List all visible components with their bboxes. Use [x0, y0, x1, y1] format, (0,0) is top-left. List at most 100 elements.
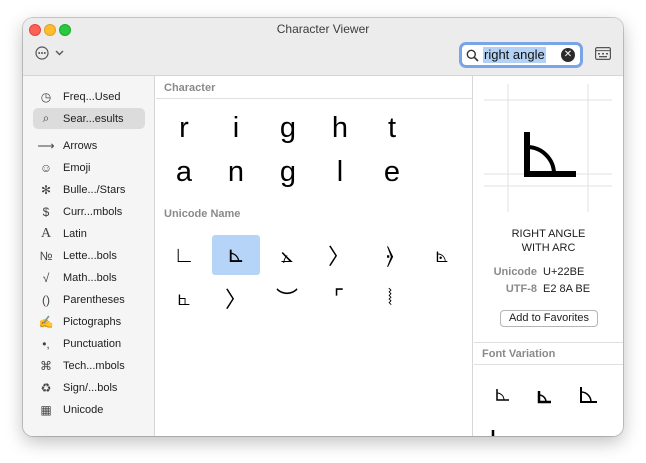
- sidebar-item-label: Sign/...bols: [63, 381, 118, 394]
- sidebar-item-label: Arrows: [63, 139, 98, 152]
- unicode-glyph-cell[interactable]: ⦚: [366, 278, 414, 318]
- unicode-value: U+22BE: [543, 266, 585, 278]
- sidebar-item-sign-symbols[interactable]: ♻ Sign/...bols: [33, 377, 145, 398]
- unicode-glyph-cell[interactable]: ⌜: [315, 278, 363, 318]
- arrow-icon: ⟶: [37, 138, 55, 153]
- toolbar: Character Viewer right angle ✕: [23, 18, 623, 76]
- sidebar-item-arrows[interactable]: ⟶ Arrows: [33, 135, 145, 156]
- unicode-glyph-cell[interactable]: ∟: [160, 235, 208, 275]
- section-divider: [474, 342, 623, 343]
- parentheses-icon: (): [42, 292, 50, 307]
- sidebar-item-label: Parentheses: [63, 293, 125, 306]
- sidebar-item-label: Math...bols: [63, 271, 117, 284]
- unicode-glyph-cell[interactable]: ⦝: [418, 235, 466, 275]
- sidebar-item-label: Unicode: [63, 403, 104, 416]
- right-angle-with-arc-variant-icon: [537, 391, 551, 404]
- sidebar-item-parentheses[interactable]: () Parentheses: [33, 289, 145, 310]
- unicode-grid-icon: ▦: [40, 402, 52, 417]
- character-name-line1: RIGHT ANGLE: [511, 228, 586, 240]
- sidebar-item-math-symbols[interactable]: √ Math...bols: [33, 267, 145, 288]
- chevron-down-icon: [55, 50, 64, 56]
- sidebar-item-latin[interactable]: A Latin: [33, 223, 145, 244]
- sidebar-item-label: Curr...mbols: [63, 205, 123, 218]
- unicode-glyph-cell-selected[interactable]: ⊾: [212, 235, 260, 275]
- sidebar-item-technical-symbols[interactable]: ⌘ Tech...mbols: [33, 355, 145, 376]
- character-detail-pane: RIGHT ANGLE WITH ARC Unicode U+22BE UTF-…: [474, 76, 623, 436]
- character-cell[interactable]: g: [268, 110, 308, 146]
- sidebar-item-label: Sear...esults: [63, 112, 124, 125]
- sidebar-item-label: Emoji: [63, 161, 91, 174]
- right-angle-with-arc-variant-icon: [491, 430, 495, 436]
- font-variation-cell[interactable]: [486, 380, 520, 410]
- sidebar-item-punctuation[interactable]: •, Punctuation: [33, 333, 145, 354]
- character-cell[interactable]: i: [216, 110, 256, 146]
- character-cell[interactable]: l: [320, 154, 360, 190]
- punctuation-icon: •,: [42, 336, 50, 351]
- sidebar-item-label: Pictographs: [63, 315, 122, 328]
- utf8-value: E2 8A BE: [543, 283, 591, 295]
- sidebar-item-label: Bulle.../Stars: [63, 183, 126, 196]
- sidebar-item-label: Punctuation: [63, 337, 122, 350]
- window-title: Character Viewer: [276, 22, 370, 36]
- search-icon: ⌕: [42, 111, 50, 125]
- character-cell[interactable]: g: [268, 154, 308, 190]
- unicode-glyph-cell[interactable]: ⦜: [160, 278, 208, 318]
- right-angle-with-arc-preview: [484, 84, 612, 212]
- unicode-glyph-cell[interactable]: ⦛: [263, 235, 311, 275]
- sidebar-item-pictographs[interactable]: ✍ Pictographs: [33, 311, 145, 332]
- smiley-icon: ☺: [39, 160, 53, 175]
- results-pane: Character r i g h t a n g l e Unicode Na…: [156, 76, 473, 436]
- dollar-icon: $: [42, 204, 50, 219]
- character-viewer-window: Character Viewer right angle ✕ ◷ Freq...…: [23, 18, 623, 436]
- sidebar-item-label: Lette...bols: [63, 249, 117, 262]
- character-cell[interactable]: h: [320, 110, 360, 146]
- character-section-heading: Character: [164, 82, 216, 94]
- unicode-glyph-cell[interactable]: ⦒: [366, 235, 414, 275]
- recycle-icon: ♻: [40, 380, 52, 395]
- character-cell[interactable]: a: [164, 154, 204, 190]
- search-input[interactable]: right angle: [483, 47, 546, 63]
- sidebar-item-bullets-stars[interactable]: ✻ Bulle.../Stars: [33, 179, 145, 200]
- pencil-icon: ✍: [38, 314, 54, 329]
- sidebar-item-search-results[interactable]: ⌕ Sear...esults: [33, 108, 145, 129]
- ellipsis-circle-icon: [35, 46, 49, 60]
- sqrt-icon: √: [42, 270, 50, 285]
- sidebar-item-unicode[interactable]: ▦ Unicode: [33, 399, 145, 420]
- character-name-line2: WITH ARC: [521, 242, 576, 254]
- category-sidebar: ◷ Freq...Used ⌕ Sear...esults ⟶ Arrows ☺…: [23, 76, 155, 436]
- right-angle-with-arc-variant-icon: [580, 387, 597, 403]
- character-cell[interactable]: e: [372, 154, 412, 190]
- unicode-label: Unicode: [493, 266, 537, 278]
- sidebar-item-frequently-used[interactable]: ◷ Freq...Used: [33, 86, 145, 107]
- add-to-favorites-button[interactable]: Add to Favorites: [500, 310, 598, 327]
- utf8-label: UTF-8: [505, 283, 537, 295]
- font-variation-cell[interactable]: [572, 380, 606, 410]
- latin-letter-icon: A: [40, 225, 52, 241]
- font-variation-cell[interactable]: [480, 421, 514, 436]
- sidebar-item-currency-symbols[interactable]: $ Curr...mbols: [33, 201, 145, 222]
- clock-icon: ◷: [40, 89, 52, 104]
- keyboard-viewer-icon[interactable]: [595, 47, 611, 60]
- numero-icon: №: [39, 248, 53, 263]
- unicode-name-section-heading: Unicode Name: [164, 208, 241, 220]
- search-field[interactable]: right angle ✕: [459, 42, 583, 68]
- right-angle-with-arc-variant-icon: [496, 389, 509, 401]
- sidebar-item-letterlike-symbols[interactable]: № Lette...bols: [33, 245, 145, 266]
- character-cell[interactable]: t: [372, 110, 412, 146]
- sidebar-item-label: Latin: [63, 227, 87, 240]
- sidebar-item-label: Tech...mbols: [63, 359, 125, 372]
- character-cell[interactable]: n: [216, 154, 256, 190]
- unicode-glyph-cell[interactable]: 〉: [315, 235, 363, 275]
- unicode-glyph-cell[interactable]: 〉: [212, 278, 260, 318]
- section-divider: [474, 364, 623, 365]
- unicode-glyph-cell[interactable]: ︶: [263, 278, 311, 318]
- asterisk-icon: ✻: [40, 182, 52, 197]
- command-icon: ⌘: [40, 358, 52, 373]
- character-cell[interactable]: r: [164, 110, 204, 146]
- font-variation-heading: Font Variation: [482, 348, 556, 360]
- sidebar-item-label: Freq...Used: [63, 90, 121, 103]
- sidebar-item-emoji[interactable]: ☺ Emoji: [33, 157, 145, 178]
- clear-search-icon[interactable]: ✕: [561, 48, 575, 62]
- font-variation-cell[interactable]: [528, 382, 562, 412]
- more-options-button[interactable]: [35, 46, 64, 60]
